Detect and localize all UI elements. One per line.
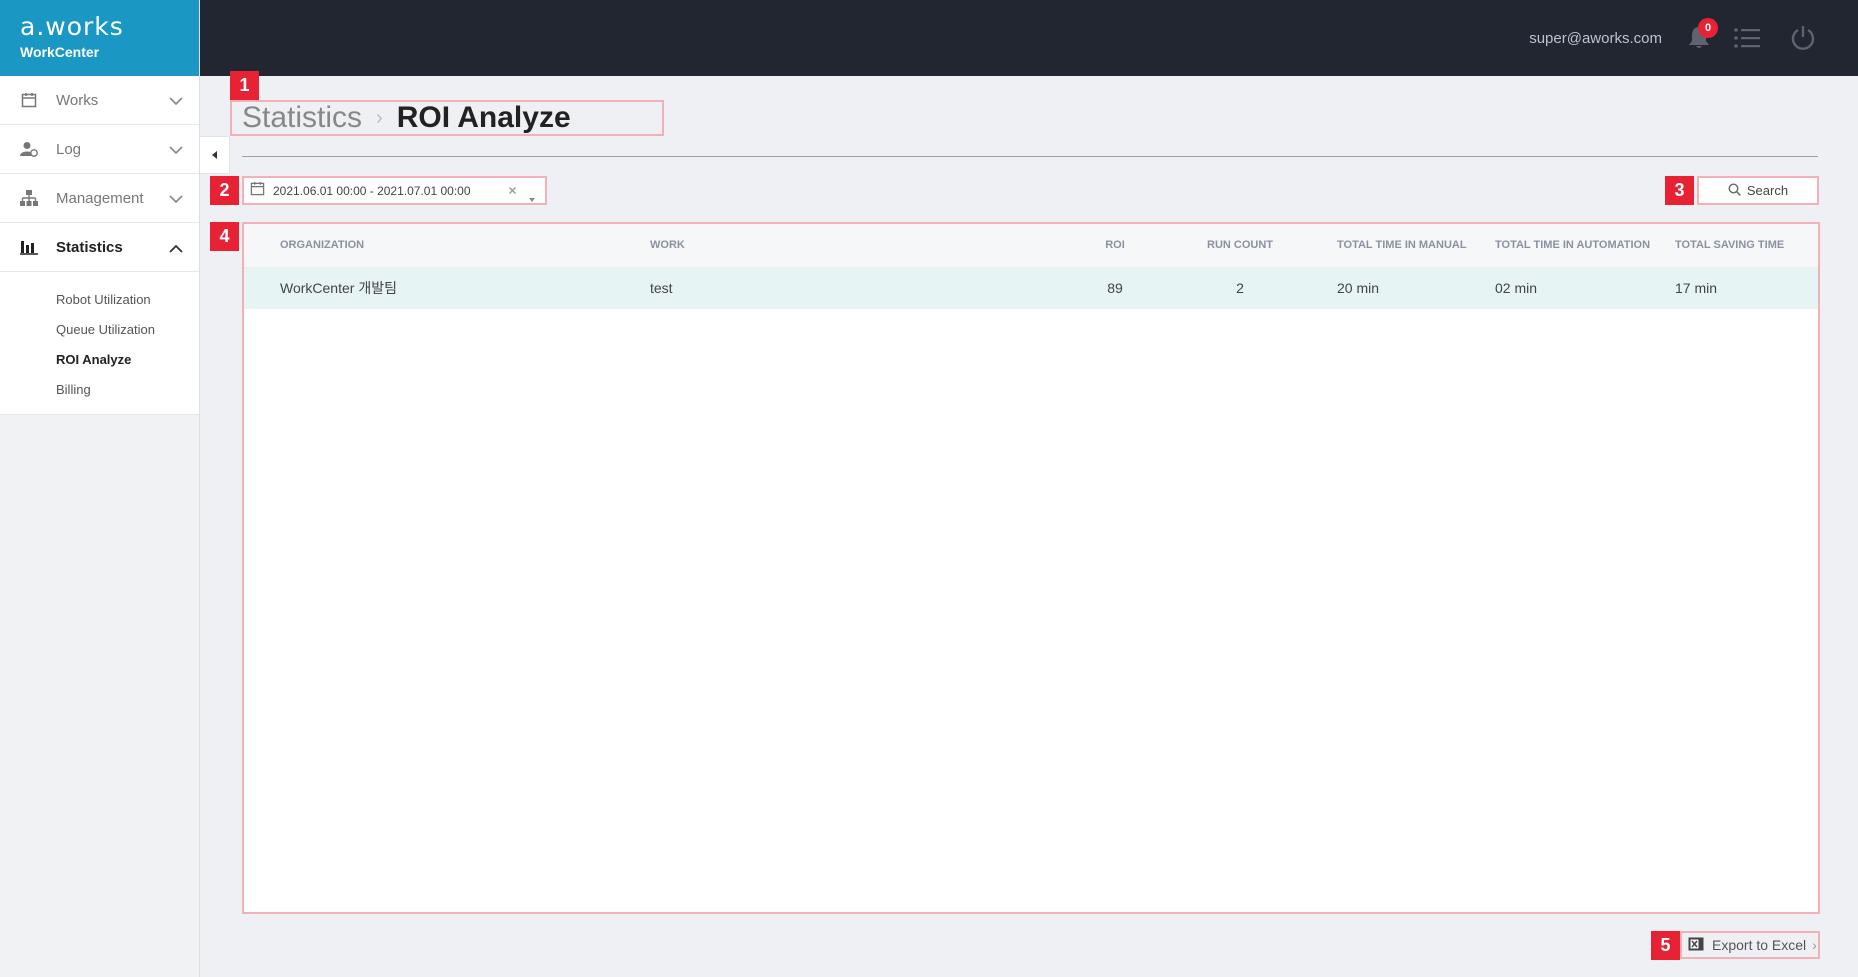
chevron-up-icon	[169, 240, 183, 258]
column-header-automation-time[interactable]: TOTAL TIME IN AUTOMATION	[1495, 224, 1675, 267]
sidebar-item-label: Log	[56, 140, 82, 158]
search-button[interactable]: Search	[1697, 176, 1819, 205]
export-button-label: Export to Excel	[1712, 937, 1807, 953]
column-header-organization[interactable]: ORGANIZATION	[244, 224, 650, 267]
brand-logo: a.works	[20, 12, 124, 41]
notification-badge: 0	[1698, 18, 1718, 38]
column-header-manual-time[interactable]: TOTAL TIME IN MANUAL	[1315, 224, 1495, 267]
search-button-label: Search	[1746, 183, 1789, 198]
user-email[interactable]: super@aworks.com	[1529, 30, 1662, 47]
chevron-down-icon	[169, 191, 183, 209]
brand-header[interactable]: a.works WorkCenter	[0, 0, 199, 76]
caret-left-icon	[211, 146, 218, 164]
annotation-marker-5: 5	[1651, 931, 1680, 960]
power-icon[interactable]	[1790, 25, 1816, 56]
roi-table: ORGANIZATION WORK ROI RUN COUNT TOTAL TI…	[242, 222, 1820, 914]
statistics-submenu: Robot Utilization Queue Utilization ROI …	[0, 272, 199, 415]
submenu-item-billing[interactable]: Billing	[0, 374, 199, 404]
sidebar-item-management[interactable]: Management	[0, 174, 199, 223]
calendar-icon	[250, 181, 265, 201]
sidebar-item-label: Management	[56, 189, 144, 207]
column-header-work[interactable]: WORK	[650, 224, 1065, 267]
top-bar: super@aworks.com 0	[200, 0, 1858, 76]
breadcrumb-parent[interactable]: Statistics	[242, 101, 362, 135]
clear-icon[interactable]	[506, 184, 519, 202]
export-to-excel-button[interactable]: Export to Excel ›	[1680, 931, 1820, 959]
cell-work: test	[650, 280, 673, 297]
search-icon	[1728, 182, 1747, 199]
breadcrumb-separator: ›	[376, 106, 383, 129]
list-menu-icon[interactable]	[1734, 28, 1760, 53]
chevron-down-icon	[169, 93, 183, 111]
breadcrumb-current: ROI Analyze	[396, 101, 571, 134]
calendar-icon	[20, 91, 38, 109]
submenu-item-queue-utilization[interactable]: Queue Utilization	[0, 314, 199, 344]
title-divider	[242, 156, 1818, 157]
sidebar-item-works[interactable]: Works	[0, 76, 199, 125]
annotation-marker-4: 4	[210, 222, 239, 251]
column-header-roi[interactable]: ROI	[1065, 224, 1165, 267]
cell-automation-time: 02 min	[1495, 280, 1538, 297]
sidebar-collapse-button[interactable]	[200, 136, 230, 174]
sidebar-menu: Works Log Management Statistics Robot Ut…	[0, 76, 199, 415]
caret-down-icon[interactable]	[529, 189, 535, 207]
annotation-marker-3: 3	[1665, 176, 1694, 205]
cell-saving-time: 17 min	[1675, 280, 1718, 297]
chevron-right-icon: ›	[1812, 937, 1817, 953]
chevron-down-icon	[169, 142, 183, 160]
cell-manual-time: 20 min	[1337, 280, 1380, 297]
sidebar-item-label: Works	[56, 91, 99, 109]
cell-run-count: 2	[1236, 280, 1244, 297]
submenu-item-roi-analyze[interactable]: ROI Analyze	[0, 344, 199, 374]
column-header-saving-time[interactable]: TOTAL SAVING TIME	[1675, 224, 1818, 267]
org-chart-icon	[20, 189, 38, 207]
date-range-picker[interactable]: 2021.06.01 00:00 - 2021.07.01 00:00	[242, 176, 547, 205]
table-row[interactable]: WorkCenter 개발팀 test 89 2 20 min 02 min 1…	[244, 267, 1818, 309]
table-header-row: ORGANIZATION WORK ROI RUN COUNT TOTAL TI…	[244, 224, 1818, 267]
annotation-marker-2: 2	[210, 176, 239, 205]
product-name: WorkCenter	[20, 44, 100, 60]
date-range-value: 2021.06.01 00:00 - 2021.07.01 00:00	[273, 183, 471, 198]
column-header-run-count[interactable]: RUN COUNT	[1165, 224, 1315, 267]
sidebar-item-label: Statistics	[56, 238, 123, 256]
sidebar-item-log[interactable]: Log	[0, 125, 199, 174]
sidebar-item-statistics[interactable]: Statistics	[0, 223, 199, 272]
bar-chart-icon	[20, 238, 38, 256]
cell-organization: WorkCenter 개발팀	[280, 280, 397, 297]
annotation-marker-1: 1	[230, 71, 259, 100]
page-title: Statistics › ROI Analyze	[230, 100, 664, 136]
cell-roi: 89	[1107, 280, 1123, 297]
sidebar: a.works WorkCenter Works Log Management	[0, 0, 200, 977]
submenu-item-robot-utilization[interactable]: Robot Utilization	[0, 284, 199, 314]
user-log-icon	[20, 140, 38, 158]
excel-icon	[1688, 937, 1704, 954]
